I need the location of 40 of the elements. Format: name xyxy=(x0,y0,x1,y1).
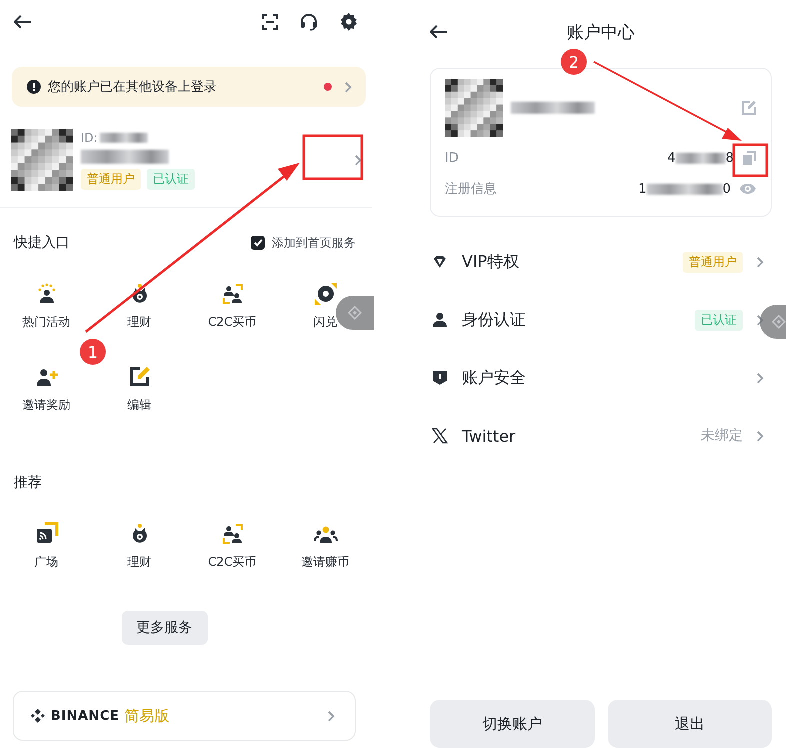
shortcut-label[interactable]: C2C买币 xyxy=(208,314,257,331)
section-title: 快捷入口 xyxy=(14,234,70,252)
shortcut-label[interactable]: 热门活动 xyxy=(22,314,70,331)
brand-text: BINANCE xyxy=(51,708,120,724)
menu-item[interactable]: Twitter xyxy=(462,426,516,446)
switch-account-button[interactable]: 切换账户 xyxy=(430,700,594,748)
shortcut-label[interactable]: 邀请奖励 xyxy=(22,397,70,414)
notice-banner[interactable]: 您的账户已在其他设备上登录 xyxy=(12,67,366,107)
field-label: ID xyxy=(445,151,459,166)
step-badge: 2 xyxy=(561,49,587,75)
notice-text: 您的账户已在其他设备上登录 xyxy=(48,79,217,96)
menu-value: 未绑定 xyxy=(701,427,743,445)
shortcut-label[interactable]: C2C买币 xyxy=(208,554,257,571)
shortcut-label[interactable]: 广场 xyxy=(34,554,58,571)
status-tag: 普通用户 xyxy=(683,252,743,272)
more-services-button[interactable]: 更多服务 xyxy=(122,611,208,645)
shortcut-label[interactable]: 闪兑 xyxy=(314,314,338,331)
id-label: ID: xyxy=(81,130,98,144)
page-title: 账户中心 xyxy=(567,22,635,42)
registration-digit: 1 xyxy=(638,182,647,196)
menu-item[interactable]: 账户安全 xyxy=(462,368,526,388)
shortcut-label[interactable]: 理财 xyxy=(128,314,152,331)
status-tag: 已认证 xyxy=(147,168,195,190)
banner-label: 简易版 xyxy=(124,706,170,726)
status-tag: 已认证 xyxy=(695,310,743,330)
shortcut-label[interactable]: 邀请赚币 xyxy=(302,554,350,571)
id-digit: 4 xyxy=(667,151,676,166)
menu-item[interactable]: 身份认证 xyxy=(462,310,526,330)
logout-button[interactable]: 退出 xyxy=(608,700,772,748)
shortcut-label[interactable]: 理财 xyxy=(128,554,152,571)
status-tag: 普通用户 xyxy=(81,168,141,190)
step-badge: 1 xyxy=(80,339,106,365)
id-digit: 8 xyxy=(726,151,734,166)
shortcut-label[interactable]: 编辑 xyxy=(128,397,152,414)
section-title: 推荐 xyxy=(14,474,42,492)
field-label: 注册信息 xyxy=(445,181,497,198)
simple-mode-banner[interactable]: BINANCE 简易版 xyxy=(13,691,356,741)
checkbox-label: 添加到首页服务 xyxy=(272,234,356,252)
registration-digit: 0 xyxy=(722,182,731,196)
menu-item[interactable]: VIP特权 xyxy=(462,252,520,272)
